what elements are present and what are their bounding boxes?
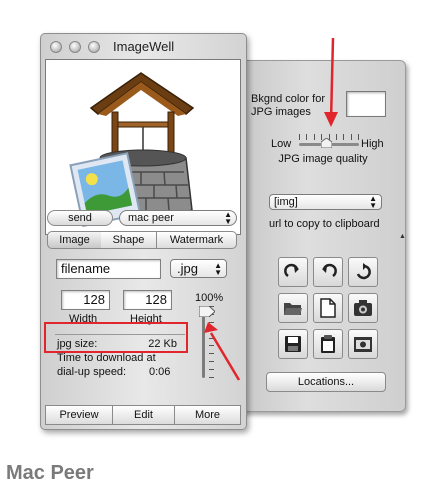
arrow-to-scale-slider [209, 332, 241, 381]
arrow-head-scale [204, 322, 218, 333]
annotation-arrows [204, 37, 338, 381]
caption-text: Mac Peer [6, 462, 94, 484]
arrow-head-quality [324, 112, 338, 127]
arrow-to-quality-slider [329, 37, 335, 122]
